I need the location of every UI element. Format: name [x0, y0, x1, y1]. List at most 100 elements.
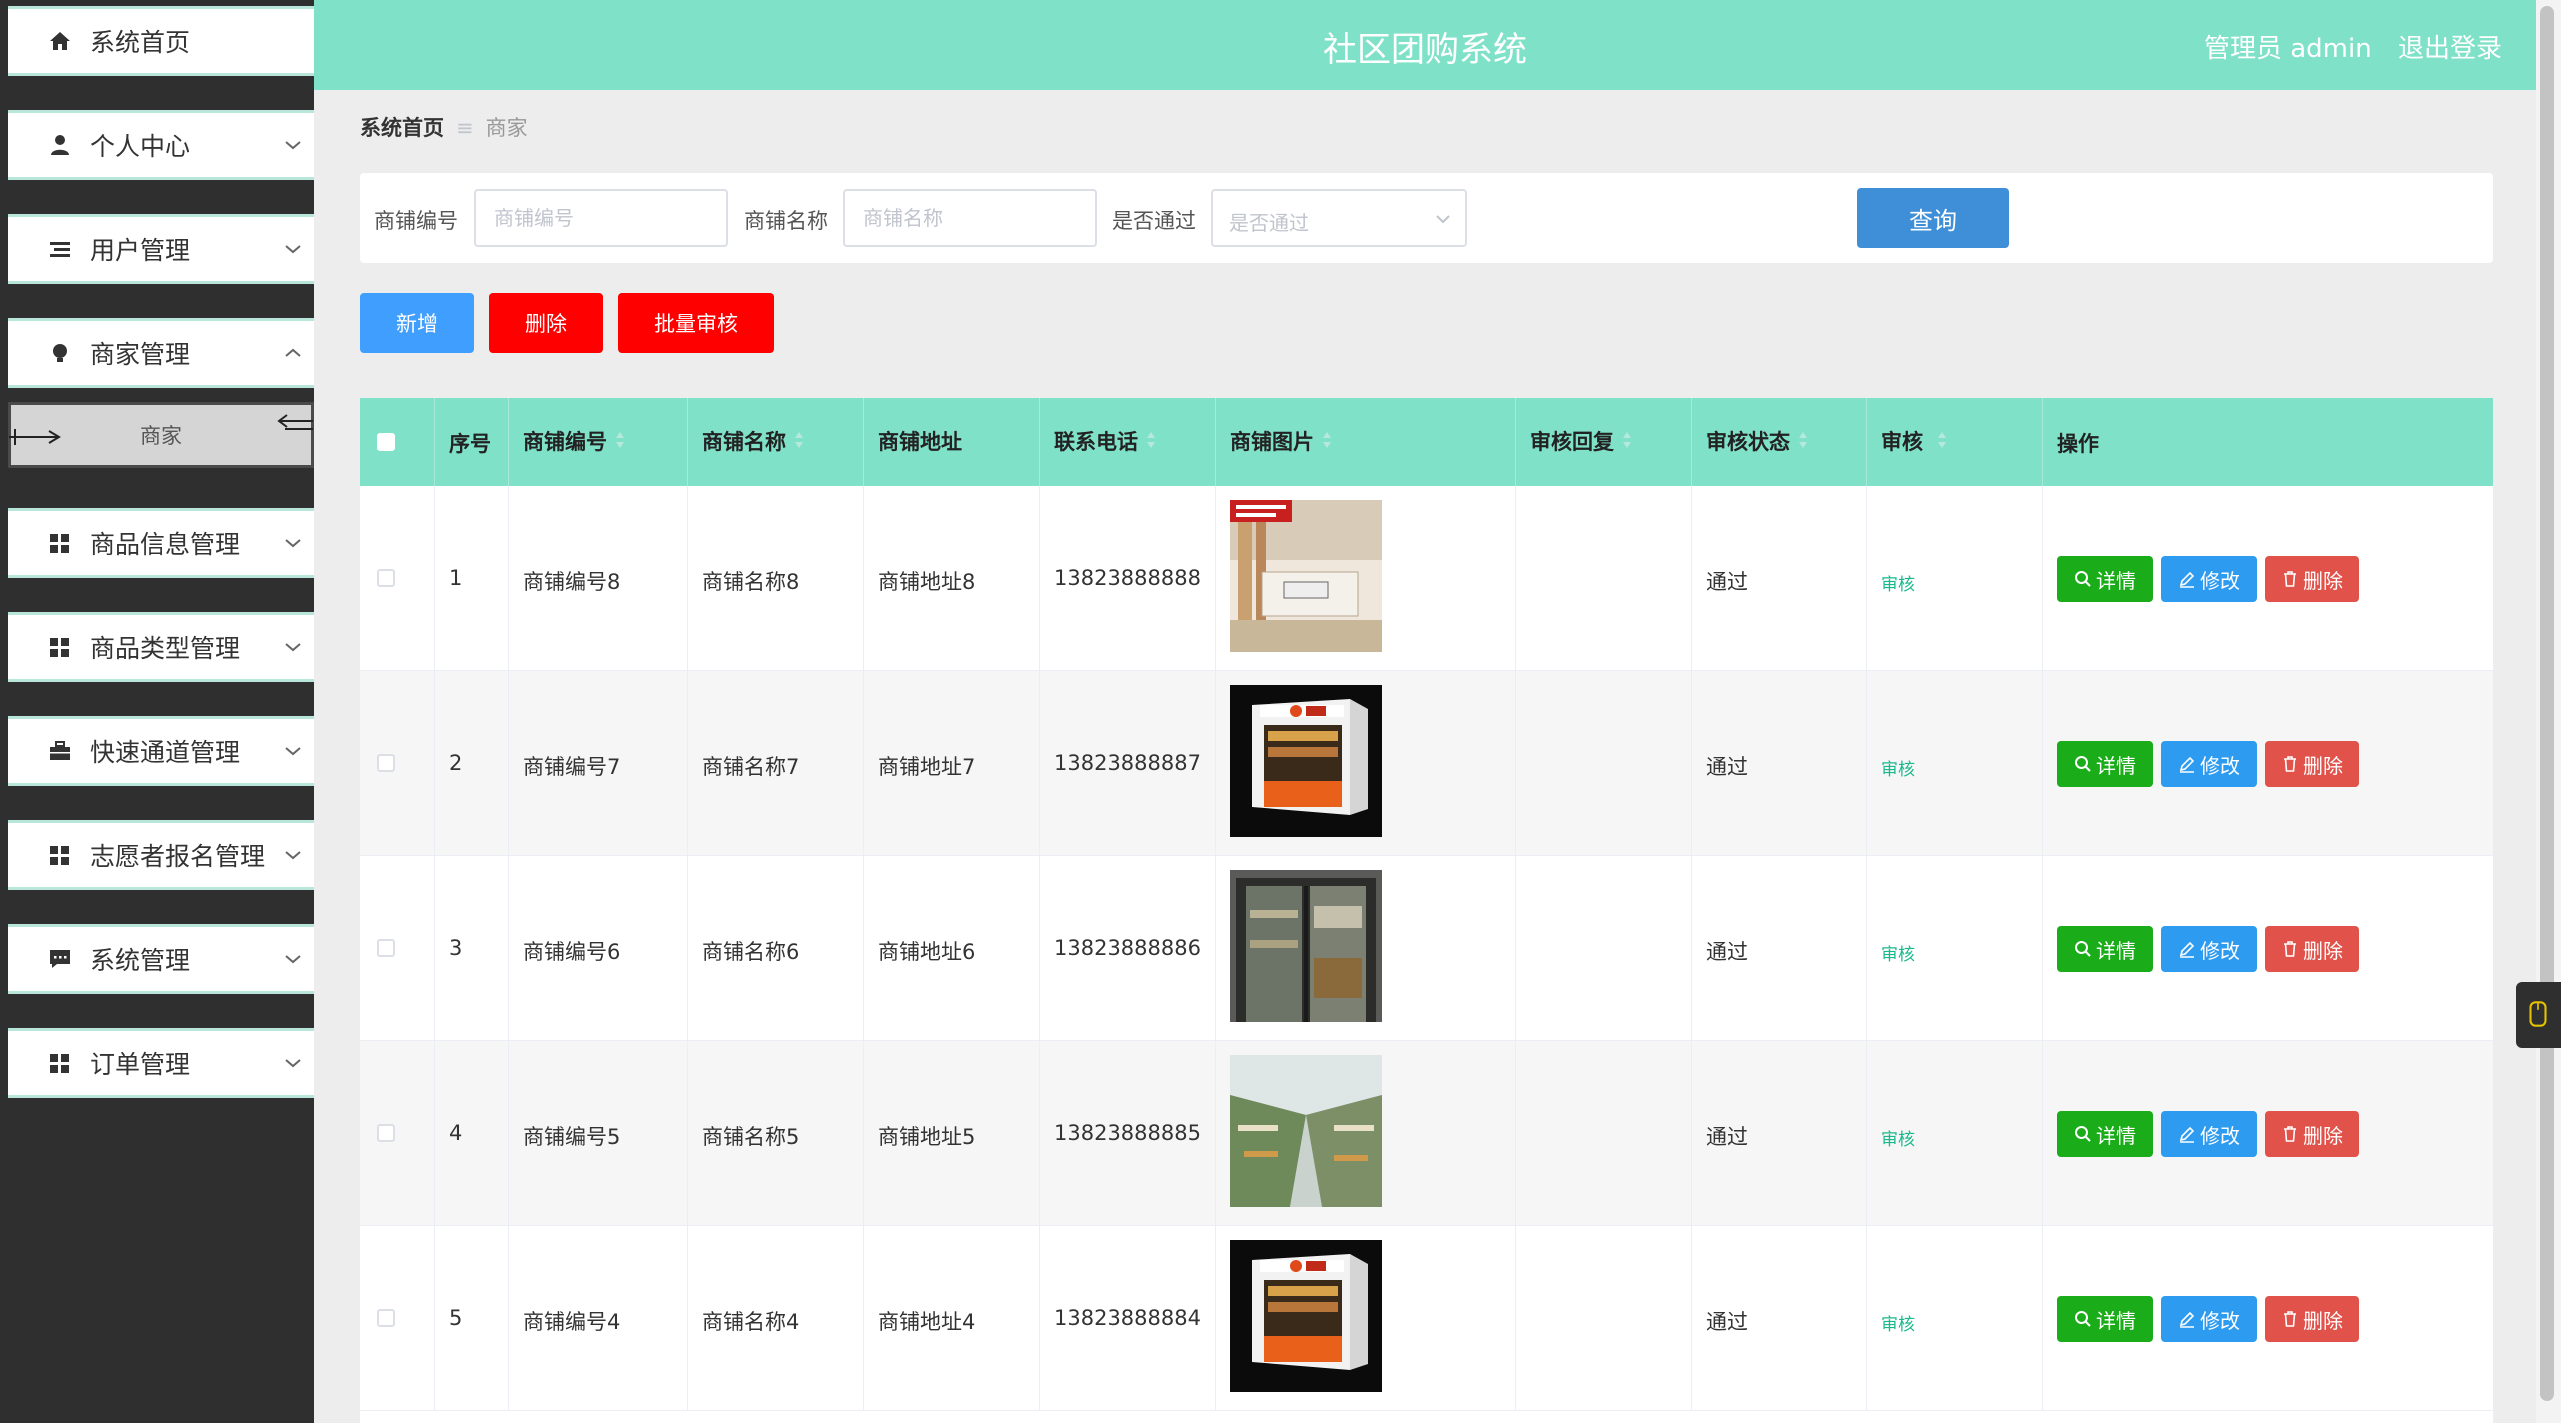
- row-status: 通过: [1706, 940, 1748, 964]
- row-status: 通过: [1706, 570, 1748, 594]
- logout-link[interactable]: 退出登录: [2398, 34, 2502, 64]
- row-audit-link[interactable]: 审核: [1881, 570, 1915, 595]
- header-status[interactable]: 审核状态: [1692, 398, 1867, 486]
- row-audit-link[interactable]: 审核: [1881, 1310, 1915, 1335]
- delete-button[interactable]: 删除: [489, 293, 603, 353]
- row-delete-button[interactable]: 删除: [2265, 1296, 2359, 1342]
- sidebar-item-user-management[interactable]: 用户管理: [8, 214, 314, 284]
- row-edit-button[interactable]: 修改: [2161, 926, 2257, 972]
- sidebar-subitem-label: 商家: [140, 424, 182, 448]
- grid-icon: [50, 1054, 69, 1073]
- header-shop-no[interactable]: 商铺编号: [509, 398, 688, 486]
- row-delete-button[interactable]: 删除: [2265, 926, 2359, 972]
- row-edit-button[interactable]: 修改: [2161, 1111, 2257, 1157]
- header-audit[interactable]: 审核: [1867, 398, 2043, 486]
- add-button[interactable]: 新增: [360, 293, 474, 353]
- sidebar-item-product-type-management[interactable]: 商品类型管理: [8, 612, 314, 682]
- row-index: 3: [449, 936, 463, 960]
- row-edit-button[interactable]: 修改: [2161, 556, 2257, 602]
- row-edit-button[interactable]: 修改: [2161, 1296, 2257, 1342]
- edit-icon: [2179, 1311, 2195, 1328]
- row-index: 1: [449, 566, 463, 590]
- row-shop-no: 商铺编号5: [523, 1125, 621, 1149]
- sidebar-item-home[interactable]: 系统首页: [8, 6, 314, 76]
- row-checkbox[interactable]: [377, 939, 395, 957]
- sidebar-item-volunteer-management[interactable]: 志愿者报名管理: [8, 820, 314, 890]
- row-phone: 13823888884: [1054, 1306, 1201, 1330]
- header-shop-name[interactable]: 商铺名称: [688, 398, 864, 486]
- grid-icon: [50, 846, 69, 865]
- sort-icon[interactable]: [1146, 431, 1156, 449]
- sort-icon[interactable]: [1798, 431, 1808, 449]
- row-detail-button[interactable]: 详情: [2057, 1296, 2153, 1342]
- shop-image[interactable]: [1230, 685, 1382, 837]
- row-delete-button[interactable]: 删除: [2265, 556, 2359, 602]
- table-header: 序号 商铺编号 商铺名称 商铺地址 联系电话 商铺图片 审核回复 审核状态 审核…: [360, 398, 2493, 486]
- header-user-area: 管理员 admin 退出登录: [2186, 28, 2502, 65]
- query-button[interactable]: 查询: [1857, 188, 2009, 248]
- header-image[interactable]: 商铺图片: [1216, 398, 1516, 486]
- trash-icon: [2284, 1311, 2296, 1327]
- row-delete-button[interactable]: 删除: [2265, 1111, 2359, 1157]
- sidebar-item-personal-center[interactable]: 个人中心: [8, 110, 314, 180]
- person-icon: [51, 135, 69, 155]
- sidebar-item-fast-channel-management[interactable]: 快速通道管理: [8, 716, 314, 786]
- sort-icon[interactable]: [1937, 431, 1947, 449]
- user-label: 管理员 admin: [2203, 34, 2372, 64]
- breadcrumb-home[interactable]: 系统首页: [360, 116, 444, 140]
- sidebar-item-order-management[interactable]: 订单管理: [8, 1028, 314, 1098]
- row-index: 4: [449, 1121, 463, 1145]
- shop-image[interactable]: [1230, 500, 1382, 652]
- search-panel: 商铺编号 商铺名称 是否通过 是否通过 查询: [360, 173, 2493, 263]
- bulb-icon: [53, 344, 67, 362]
- shop-image[interactable]: [1230, 1055, 1382, 1207]
- sort-icon[interactable]: [794, 431, 804, 449]
- row-detail-button[interactable]: 详情: [2057, 926, 2153, 972]
- row-shop-name: 商铺名称5: [702, 1125, 800, 1149]
- select-all-checkbox[interactable]: [377, 433, 395, 451]
- row-edit-button[interactable]: 修改: [2161, 741, 2257, 787]
- row-audit-link[interactable]: 审核: [1881, 940, 1915, 965]
- shop-name-input[interactable]: [843, 189, 1097, 247]
- header-address: 商铺地址: [864, 398, 1040, 486]
- chevron-down-icon: [285, 955, 301, 964]
- sidebar-item-merchant-management[interactable]: 商家管理: [8, 318, 314, 388]
- table-row: 3 商铺编号6 商铺名称6 商铺地址6 13823888886 通过 审核 详情…: [360, 856, 2493, 1041]
- search-icon: [2075, 571, 2091, 587]
- row-audit-link[interactable]: 审核: [1881, 755, 1915, 780]
- shop-image[interactable]: [1230, 870, 1382, 1022]
- sidebar-item-product-info-management[interactable]: 商品信息管理: [8, 508, 314, 578]
- row-audit-link[interactable]: 审核: [1881, 1125, 1915, 1150]
- row-checkbox[interactable]: [377, 754, 395, 772]
- header-phone[interactable]: 联系电话: [1040, 398, 1216, 486]
- sidebar-item-system-management[interactable]: 系统管理: [8, 924, 314, 994]
- grid-icon: [50, 534, 69, 553]
- row-checkbox[interactable]: [377, 569, 395, 587]
- scrollbar-thumb[interactable]: [2540, 6, 2554, 1401]
- header-select-cell: [360, 398, 435, 486]
- shop-no-input[interactable]: [474, 189, 728, 247]
- briefcase-icon: [50, 741, 70, 760]
- row-detail-button[interactable]: 详情: [2057, 1111, 2153, 1157]
- top-header: 社区团购系统 管理员 admin 退出登录: [314, 0, 2536, 90]
- passed-select[interactable]: 是否通过: [1211, 189, 1467, 247]
- row-checkbox[interactable]: [377, 1124, 395, 1142]
- sort-icon[interactable]: [615, 431, 625, 449]
- sidebar-item-label: 快速通道管理: [90, 738, 241, 767]
- row-detail-button[interactable]: 详情: [2057, 556, 2153, 602]
- side-toggle-handle[interactable]: [2516, 982, 2561, 1048]
- shop-image[interactable]: [1230, 1240, 1382, 1392]
- chevron-down-icon: [285, 141, 301, 150]
- sort-icon[interactable]: [1322, 431, 1332, 449]
- batch-audit-button[interactable]: 批量审核: [618, 293, 774, 353]
- row-delete-button[interactable]: 删除: [2265, 741, 2359, 787]
- header-reply[interactable]: 审核回复: [1516, 398, 1692, 486]
- edit-icon: [2179, 941, 2195, 958]
- sidebar-subitem-merchant[interactable]: 商家: [8, 402, 314, 468]
- shop-name-label: 商铺名称: [744, 209, 828, 233]
- row-detail-button[interactable]: 详情: [2057, 741, 2153, 787]
- row-checkbox[interactable]: [377, 1309, 395, 1327]
- table-row: 1 商铺编号8 商铺名称8 商铺地址8 13823888888 通过 审核 详情: [360, 486, 2493, 671]
- row-address: 商铺地址4: [878, 1310, 976, 1334]
- sort-icon[interactable]: [1622, 431, 1632, 449]
